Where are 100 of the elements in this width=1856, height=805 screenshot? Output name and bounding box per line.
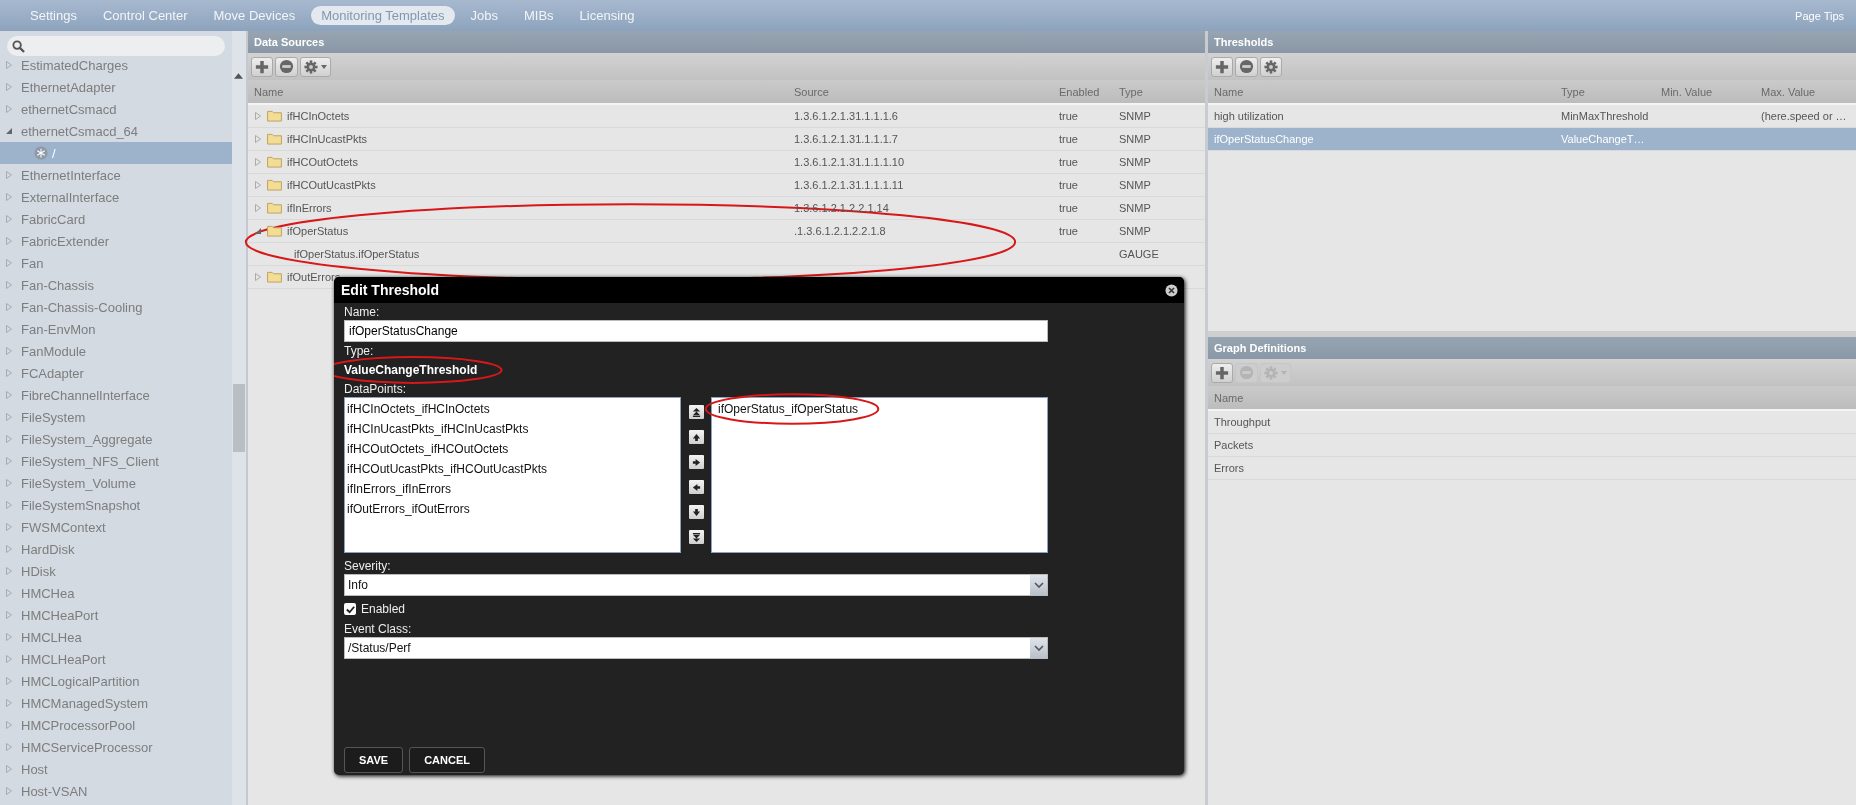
scroll-up-icon[interactable] <box>234 73 243 79</box>
expand-arrow-icon[interactable] <box>254 204 262 212</box>
tree-item[interactable]: FileSystem_Aggregate <box>21 431 153 447</box>
add-button[interactable] <box>1211 56 1233 77</box>
tree-item[interactable]: EthernetInterface <box>21 167 121 183</box>
expand-arrow-icon[interactable] <box>5 171 13 179</box>
tree-item[interactable]: ExternalInterface <box>21 189 120 205</box>
column-header[interactable]: Enabled <box>1053 85 1113 98</box>
tree-item[interactable]: HMCProcessorPool <box>21 717 136 733</box>
nav-tab[interactable]: Control Center <box>93 6 198 25</box>
nav-tab[interactable]: Move Devices <box>203 6 306 25</box>
tree-item[interactable]: Host <box>21 761 48 777</box>
table-row[interactable]: Packets <box>1208 434 1856 457</box>
tree-item[interactable]: ethernetCsmacd <box>21 101 117 117</box>
expand-arrow-icon[interactable] <box>5 259 13 267</box>
expand-arrow-icon[interactable] <box>5 523 13 531</box>
column-header[interactable]: Min. Value <box>1655 85 1755 98</box>
save-button[interactable]: SAVE <box>344 747 404 773</box>
tree-item[interactable]: FCAdapter <box>21 365 84 381</box>
expand-arrow-icon[interactable] <box>5 391 13 399</box>
data-source-name[interactable]: ifOutErrors <box>287 271 341 283</box>
tree-item[interactable]: HDisk <box>21 563 56 579</box>
tree-item[interactable]: FileSystem_NFS_Client <box>21 453 159 469</box>
expand-arrow-icon[interactable] <box>5 347 13 355</box>
expand-arrow-icon[interactable] <box>5 457 13 465</box>
move-up-button[interactable] <box>688 430 704 444</box>
move-top-button[interactable] <box>688 405 704 419</box>
move-right-button[interactable] <box>688 455 704 469</box>
column-header[interactable]: Type <box>1555 85 1655 98</box>
expand-arrow-icon[interactable] <box>5 655 13 663</box>
tree-item[interactable]: FileSystemSnapshot <box>21 497 141 513</box>
expand-arrow-icon[interactable] <box>5 545 13 553</box>
expand-arrow-icon[interactable] <box>5 677 13 685</box>
collapse-arrow-icon[interactable] <box>254 227 262 235</box>
nav-tab[interactable]: MIBs <box>513 6 564 25</box>
tree-item[interactable]: FanModule <box>21 343 87 359</box>
data-source-name[interactable]: ifHCOutUcastPkts <box>287 179 376 191</box>
column-header[interactable]: Source <box>788 85 1053 98</box>
list-item[interactable]: ifOutErrors_ifOutErrors <box>347 499 678 519</box>
expand-arrow-icon[interactable] <box>5 61 13 69</box>
column-header[interactable]: Name <box>1208 85 1555 98</box>
add-button[interactable] <box>1211 362 1233 383</box>
column-header[interactable]: Name <box>248 85 788 98</box>
tree-item[interactable]: HardDisk <box>21 541 75 557</box>
tree-item[interactable]: FibreChannelInterface <box>21 387 150 403</box>
list-item[interactable]: ifInErrors_ifInErrors <box>347 479 678 499</box>
tree-item[interactable]: EstimatedCharges <box>21 57 128 73</box>
settings-button[interactable] <box>1260 56 1282 77</box>
table-row[interactable]: Errors <box>1208 457 1856 480</box>
tree-item[interactable]: HMCLHea <box>21 629 82 645</box>
expand-arrow-icon[interactable] <box>5 83 13 91</box>
expand-arrow-icon[interactable] <box>5 281 13 289</box>
expand-arrow-icon[interactable] <box>254 112 262 120</box>
event-class-dropdown[interactable]: /Status/Perf <box>344 637 1048 659</box>
add-button[interactable] <box>251 56 273 77</box>
expand-arrow-icon[interactable] <box>5 743 13 751</box>
tree-item[interactable]: / <box>52 145 56 161</box>
list-item[interactable]: ifHCInUcastPkts_ifHCInUcastPkts <box>347 419 678 439</box>
tree-item[interactable]: HMCHeaPort <box>21 607 99 623</box>
tree-item[interactable]: FabricExtender <box>21 233 110 249</box>
expand-arrow-icon[interactable] <box>5 369 13 377</box>
data-point-name[interactable]: ifOperStatus.ifOperStatus <box>248 248 788 260</box>
collapse-arrow-icon[interactable] <box>5 127 13 135</box>
tree-item[interactable]: FabricCard <box>21 211 86 227</box>
expand-arrow-icon[interactable] <box>5 237 13 245</box>
expand-arrow-icon[interactable] <box>5 567 13 575</box>
nav-tab[interactable]: Monitoring Templates <box>311 6 455 25</box>
list-item[interactable]: ifHCOutUcastPkts_ifHCOutUcastPkts <box>347 459 678 479</box>
expand-arrow-icon[interactable] <box>254 135 262 143</box>
column-header[interactable]: Max. Value <box>1755 85 1856 98</box>
enabled-checkbox[interactable] <box>344 603 356 615</box>
tree-item[interactable]: Host-VSAN <box>21 783 88 799</box>
remove-button[interactable] <box>275 56 298 77</box>
move-bottom-button[interactable] <box>688 530 704 544</box>
tree-item[interactable]: EthernetAdapter <box>21 79 116 95</box>
expand-arrow-icon[interactable] <box>5 721 13 729</box>
expand-arrow-icon[interactable] <box>5 589 13 597</box>
scrollbar-thumb[interactable] <box>233 384 245 452</box>
nav-tab[interactable]: Licensing <box>569 6 645 25</box>
tree-item[interactable]: HMCLHeaPort <box>21 651 106 667</box>
data-source-name[interactable]: ifHCInUcastPkts <box>287 133 368 145</box>
tree-item[interactable]: Fan <box>21 255 44 271</box>
expand-arrow-icon[interactable] <box>5 699 13 707</box>
data-source-name[interactable]: ifHCInOctets <box>287 110 350 122</box>
page-tips-link[interactable]: Page Tips <box>1795 9 1844 22</box>
tree-item[interactable]: FileSystem_Volume <box>21 475 136 491</box>
data-source-name[interactable]: ifHCOutOctets <box>287 156 358 168</box>
expand-arrow-icon[interactable] <box>5 787 13 795</box>
expand-arrow-icon[interactable] <box>5 633 13 641</box>
nav-tab[interactable]: Jobs <box>460 6 508 25</box>
data-source-name[interactable]: ifOperStatus <box>287 225 349 237</box>
expand-arrow-icon[interactable] <box>5 435 13 443</box>
table-row[interactable]: Throughput <box>1208 411 1856 434</box>
close-icon[interactable] <box>1165 283 1178 297</box>
expand-arrow-icon[interactable] <box>5 479 13 487</box>
column-header[interactable]: Type <box>1113 85 1205 98</box>
tree-item[interactable]: FileSystem <box>21 409 86 425</box>
nav-tab[interactable]: Settings <box>20 6 87 25</box>
cancel-button[interactable]: CANCEL <box>409 747 485 773</box>
column-header[interactable]: Name <box>1208 391 1244 404</box>
